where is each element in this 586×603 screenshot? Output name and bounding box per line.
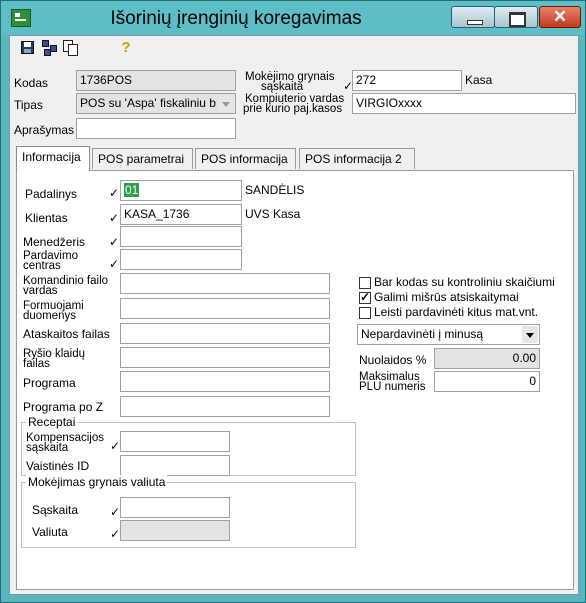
- formuojami-field[interactable]: [120, 298, 330, 319]
- receptai-group: Receptai Kompensacijos sąskaita ✓ Vaisti…: [21, 415, 356, 476]
- maks-label-2: PLU numeris: [359, 381, 426, 393]
- moketimas-group: Mokėjimas grynais valiuta Sąskaita ✓ Val…: [21, 475, 356, 548]
- tipas-value: POS su 'Aspa' fiskaliniu b: [80, 96, 216, 110]
- aprasymas-field[interactable]: [76, 118, 236, 139]
- toolbar: ?: [10, 36, 578, 60]
- komp-field[interactable]: VIRGIOxxxx: [352, 93, 576, 114]
- required-mark: ✓: [110, 527, 121, 541]
- aprasymas-label: Aprašymas: [14, 123, 75, 137]
- padalinys-value: 01: [124, 183, 140, 197]
- required-mark: ✓: [109, 211, 120, 225]
- maximize-icon: [509, 12, 526, 27]
- klientas-label: Klientas: [25, 211, 68, 225]
- kodas-field[interactable]: 1736POS: [76, 70, 236, 91]
- padalinys-field[interactable]: 01: [120, 180, 242, 201]
- required-mark: ✓: [109, 186, 120, 200]
- vaistines-label: Vaistinės ID: [26, 459, 90, 473]
- barkodas-label: Bar kodas su kontroliniu skaičiumi: [374, 275, 555, 289]
- ataskaitos-label: Ataskaitos failas: [23, 327, 110, 341]
- misrus-label: Galimi mišrūs atsiskaitymai: [374, 290, 519, 304]
- copy-icon[interactable]: [63, 40, 79, 56]
- komandinio-label-2: vardas: [23, 285, 58, 297]
- menedzeris-field[interactable]: [120, 226, 242, 247]
- tipas-select[interactable]: POS su 'Aspa' fiskaliniu b: [76, 93, 236, 114]
- rysio-label-2: failas: [23, 358, 50, 370]
- tree-icon[interactable]: [42, 40, 58, 56]
- kompensacijos-label-2: sąskaita: [26, 442, 69, 454]
- kompensacijos-field[interactable]: [120, 431, 230, 452]
- barkodas-checkbox[interactable]: [359, 277, 371, 289]
- minus-select[interactable]: Nepardavinėti į minusą: [357, 324, 540, 345]
- title-bar[interactable]: Išorinių įrenginių koregavimas ✕: [1, 1, 585, 35]
- misrus-checkbox[interactable]: [359, 290, 371, 304]
- nuolaidos-label: Nuolaidos %: [359, 353, 427, 367]
- moketimo-field[interactable]: 272: [352, 70, 462, 91]
- saskaita-field[interactable]: [120, 497, 230, 518]
- leisti-checkbox[interactable]: [359, 307, 371, 319]
- komp-label-2: prie kurio paj.kasos: [243, 103, 343, 115]
- minimize-button[interactable]: [451, 6, 495, 28]
- window-title: Išorinių įrenginių koregavimas: [110, 8, 362, 29]
- receptai-label: Receptai: [26, 415, 78, 429]
- programa-label: Programa: [23, 376, 76, 390]
- klientas-desc: UVS Kasa: [245, 207, 301, 221]
- tipas-label: Tipas: [14, 98, 43, 112]
- required-mark: ✓: [109, 257, 120, 271]
- leisti-label: Leisti pardavinėti kitus mat.vnt.: [374, 305, 539, 319]
- chevron-down-icon[interactable]: [522, 326, 538, 343]
- saskaita-label: Sąskaita: [32, 503, 79, 517]
- komandinio-field[interactable]: [120, 273, 330, 294]
- kodas-label: Kodas: [14, 76, 49, 90]
- save-icon[interactable]: [20, 40, 36, 56]
- menedzeris-label: Menedžeris: [23, 235, 86, 249]
- required-mark: ✓: [110, 439, 121, 453]
- valiuta-label: Valiuta: [32, 525, 68, 539]
- pardavimo-label-2: centras: [23, 260, 61, 272]
- close-button[interactable]: ✕: [539, 6, 581, 28]
- tab-panel: Padalinys ✓ 01 SANDĖLIS Klientas ✓ KASA_…: [16, 170, 574, 590]
- minimize-icon: [467, 20, 483, 25]
- minus-value: Nepardavinėti į minusą: [361, 327, 484, 341]
- moketimo-label-2: sąskaita: [261, 81, 304, 93]
- padalinys-label: Padalinys: [25, 187, 78, 201]
- chevron-down-icon[interactable]: [218, 95, 234, 112]
- help-icon[interactable]: ?: [118, 40, 134, 56]
- valiuta-field[interactable]: [120, 520, 230, 541]
- programa-po-z-field[interactable]: [120, 396, 330, 417]
- maximize-button[interactable]: [494, 6, 538, 28]
- pardavimo-field[interactable]: [120, 249, 242, 270]
- tab-pos-informacija[interactable]: POS informacija: [195, 148, 296, 169]
- maks-field[interactable]: 0: [434, 371, 540, 392]
- tab-pos-parametrai[interactable]: POS parametrai: [92, 148, 193, 169]
- close-icon: ✕: [552, 7, 568, 26]
- padalinys-desc: SANDĖLIS: [245, 183, 305, 197]
- formuojami-label-2: duomenys: [23, 310, 77, 322]
- tab-informacija[interactable]: Informacija: [16, 146, 90, 171]
- programa-po-z-label: Programa po Z: [23, 400, 104, 414]
- window: Išorinių įrenginių koregavimas ✕ ? Kodas…: [0, 0, 586, 603]
- nuolaidos-field[interactable]: 0.00: [434, 348, 540, 369]
- rysio-field[interactable]: [120, 347, 330, 368]
- moketimo-desc: Kasa: [465, 73, 493, 87]
- required-mark: ✓: [109, 235, 120, 249]
- programa-field[interactable]: [120, 371, 330, 392]
- dialog-body: ? Kodas 1736POS Tipas POS su 'Aspa' fisk…: [9, 35, 579, 595]
- klientas-field[interactable]: KASA_1736: [120, 204, 242, 225]
- tab-pos-informacija-2[interactable]: POS informacija 2: [299, 148, 415, 169]
- vaistines-field[interactable]: [120, 455, 230, 476]
- ataskaitos-field[interactable]: [120, 323, 330, 344]
- required-mark: ✓: [110, 505, 121, 519]
- moketimas-group-label: Mokėjimas grynais valiuta: [26, 475, 168, 489]
